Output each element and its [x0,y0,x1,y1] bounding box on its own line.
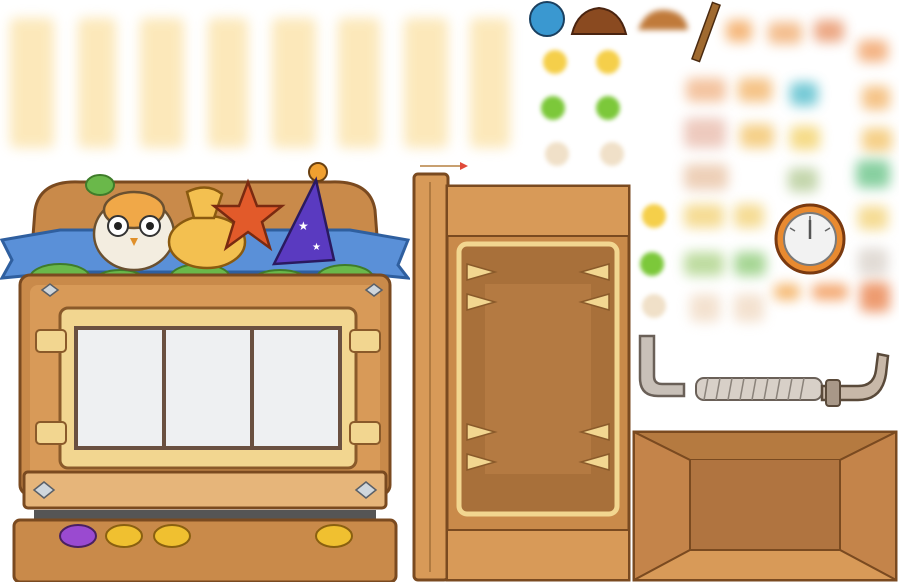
fx-sprite [862,128,892,152]
pipe-elbow [638,334,686,398]
chick-icon [642,294,666,318]
chick-icon [600,142,624,166]
fx-sprite [856,160,890,188]
fx-sprite [858,248,888,276]
fx-sprite [774,284,800,300]
tooth-frame-box [445,184,631,582]
brown-cap [638,9,688,30]
fx-sprite [862,86,890,110]
fx-sprite [684,164,728,190]
fx-sprite [790,82,818,106]
bee-icon [596,50,620,74]
glow-strip [208,18,248,148]
glow-strip [338,18,380,148]
fx-sprite [790,126,820,150]
open-crate [632,430,898,582]
fx-sprite [738,78,772,102]
wooden-lid [570,6,628,35]
chick-icon [545,142,569,166]
blue-ball [529,1,565,37]
fx-sprite [812,284,848,300]
fx-sprite [726,20,752,42]
threaded-rod [695,377,823,401]
fx-sprite [686,78,726,102]
fx-sprite [740,124,774,148]
fx-sprite [734,204,764,228]
button-yellow [153,524,191,548]
glow-strip [10,18,54,148]
dart-arrow [420,162,468,170]
svg-text:★: ★ [298,219,309,233]
svg-text:★: ★ [312,242,321,253]
green-bird-icon [596,96,620,120]
glow-strip [272,18,316,148]
topper-wizard-hat: ★★ [271,162,336,266]
fx-sprite [814,20,844,42]
glow-strip [140,18,184,148]
fx-sprite [860,282,890,312]
green-bird-icon [640,252,664,276]
fx-sprite [858,40,888,62]
fx-sprite [734,294,764,322]
fx-sprite [788,168,818,192]
button-purple [59,524,97,548]
bee-icon [543,50,567,74]
fx-sprite [734,252,766,276]
glow-strip [78,18,116,148]
cabinet-shelf [22,470,388,510]
stick [691,1,721,63]
bee-icon [642,204,666,228]
fx-sprite [684,118,726,148]
fx-sprite [684,252,724,276]
button-yellow [315,524,353,548]
fx-sprite [684,204,724,228]
reel-1 [78,330,162,446]
pressure-gauge [774,203,846,275]
fx-sprite [858,206,888,230]
button-yellow [105,524,143,548]
reel-2 [166,330,250,446]
hook-pipe [820,352,890,407]
green-bird-icon [541,96,565,120]
reel-3 [254,330,338,446]
glow-strip [404,18,448,148]
fx-sprite [768,22,802,44]
glow-strip [470,18,510,148]
fx-sprite [690,294,720,322]
reel-window [74,326,342,450]
